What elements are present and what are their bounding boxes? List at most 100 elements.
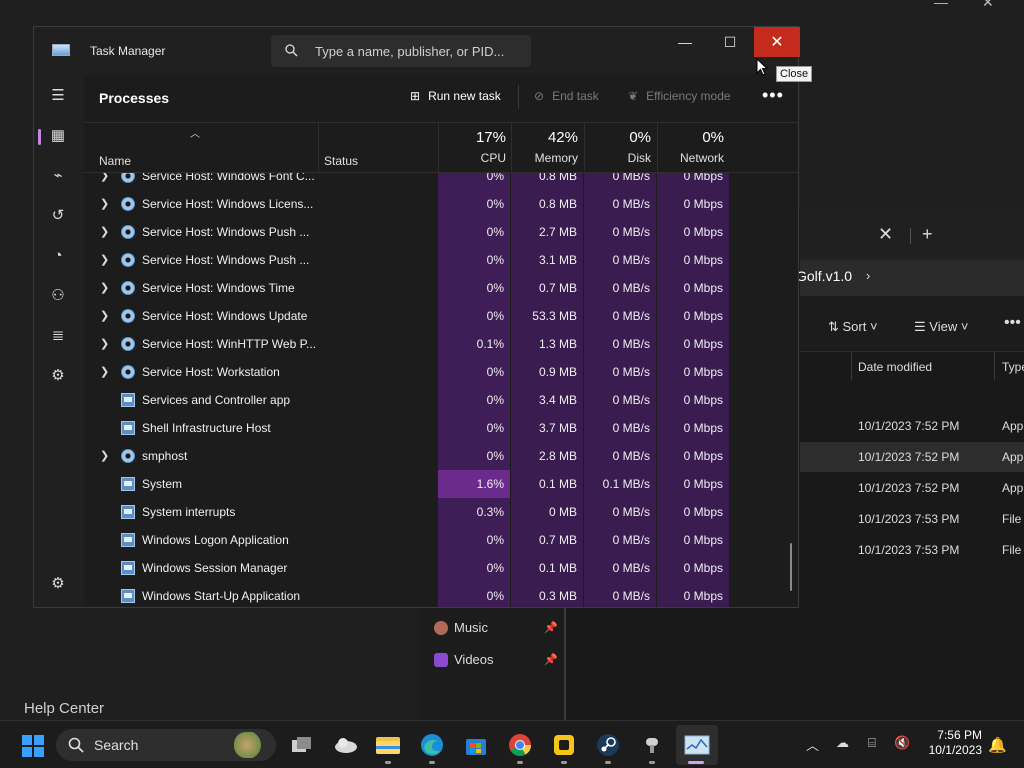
column-network[interactable]: 0% Network [654,129,724,165]
expand-chevron-icon[interactable]: ❯ [100,190,109,218]
process-row[interactable]: System 1.6% 0.1 MB 0.1 MB/s 0 Mbps [84,470,798,498]
weather-icon[interactable] [332,731,360,759]
tray-chevron-icon[interactable]: ︿ [806,735,819,754]
process-row[interactable]: ❯ Service Host: Windows Font C... 0% 0.8 MB… [84,173,798,190]
view-label: View [929,319,958,334]
volume-muted-icon[interactable]: 🔇 [894,735,910,751]
process-name: Service Host: Workstation [142,365,280,379]
start-button[interactable] [22,735,44,757]
process-row[interactable]: System interrupts 0.3% 0 MB 0 MB/s 0 Mbps [84,498,798,526]
users-icon[interactable]: ⚇ [48,285,68,305]
process-row[interactable]: ❯ smphost 0% 2.8 MB 0 MB/s 0 Mbps [84,442,798,470]
expand-chevron-icon[interactable]: ❯ [100,358,109,386]
column-separator[interactable] [318,123,319,173]
expand-chevron-icon[interactable]: ❯ [100,218,109,246]
file-row[interactable]: 10/1/2023 7:52 PM App [800,473,1024,503]
process-row[interactable]: Windows Session Manager 0% 0.1 MB 0 MB/s 0 M… [84,554,798,582]
nav-item-music[interactable]: Music [454,620,488,635]
clock[interactable]: 7:56 PM 10/1/2023 [926,728,982,758]
explorer-new-tab-icon[interactable]: + [922,224,933,245]
column-type[interactable]: Type [1002,360,1024,374]
steam-icon[interactable] [594,731,622,759]
help-center-label[interactable]: Help Center [24,700,104,717]
column-cpu[interactable]: 17% CPU [436,129,506,165]
notification-bell-icon[interactable]: 🔔 [988,736,1007,754]
file-row[interactable]: 10/1/2023 7:53 PM File [800,535,1024,565]
more-options-icon[interactable]: ••• [762,85,784,106]
column-separator[interactable] [994,352,995,380]
end-task-button[interactable]: ⊘ End task [534,89,599,103]
pin-icon[interactable]: 📌 [544,621,558,634]
process-row[interactable]: ❯ Service Host: Windows Update 0% 53.3 MB 0 … [84,302,798,330]
chrome-icon[interactable] [506,731,534,759]
expand-chevron-icon[interactable]: ❯ [100,246,109,274]
details-icon[interactable]: ≣ [48,325,68,345]
file-type: App [1002,481,1024,495]
settings-icon[interactable]: ⚙ [48,573,68,593]
process-row[interactable]: Services and Controller app 0% 3.4 MB 0 MB/… [84,386,798,414]
process-row[interactable]: ❯ Service Host: Workstation 0% 0.9 MB 0 MB/s… [84,358,798,386]
column-separator[interactable] [851,352,852,380]
file-row[interactable]: 10/1/2023 7:52 PM App [800,411,1024,441]
process-row[interactable]: Windows Start-Up Application 0% 0.3 MB 0 MB… [84,582,798,607]
expand-chevron-icon[interactable]: ❯ [100,442,109,470]
expand-chevron-icon[interactable]: ❯ [100,274,109,302]
column-date-modified[interactable]: Date modified [858,360,932,374]
explorer-tab-close-icon[interactable]: ✕ [878,224,893,245]
process-row[interactable]: Windows Logon Application 0% 0.7 MB 0 MB/s 0… [84,526,798,554]
run-new-task-button[interactable]: ⊞ Run new task [410,89,501,103]
store-icon[interactable] [462,731,490,759]
process-row[interactable]: ❯ Service Host: Windows Time 0% 0.7 MB 0 MB/… [84,274,798,302]
title-bar[interactable]: Task Manager — ☐ ✕ [34,27,800,73]
process-row[interactable]: ❯ Service Host: WinHTTP Web P... 0.1% 1.3 M… [84,330,798,358]
process-name-cell: ❯ Service Host: Workstation [84,358,318,386]
processes-icon[interactable]: ▦ [48,125,68,145]
minimize-button[interactable]: — [662,27,708,57]
app-yellow-icon[interactable] [550,731,578,759]
column-name[interactable]: Name [99,154,131,168]
breadcrumb-chevron-icon[interactable]: › [866,268,870,283]
file-explorer-icon[interactable] [374,731,402,759]
efficiency-mode-button[interactable]: ❦ Efficiency mode [628,89,731,103]
process-name-cell: System interrupts [84,498,318,526]
column-status[interactable]: Status [324,154,358,168]
maximize-button[interactable]: ☐ [707,27,753,57]
search-box[interactable] [271,35,531,67]
process-row[interactable]: ❯ Service Host: Windows Push ... 0% 2.7 MB 0… [84,218,798,246]
file-row[interactable]: 10/1/2023 7:53 PM File [800,504,1024,534]
sort-button[interactable]: ⇅ Sort ˅ [828,319,878,335]
task-view-icon[interactable] [288,731,316,759]
cpu-total: 17% [475,129,506,146]
vertical-scrollbar[interactable] [790,543,792,591]
app-history-icon[interactable]: ↺ [48,205,68,225]
taskbar-search[interactable]: Search [56,729,276,761]
column-memory[interactable]: 42% Memory [508,129,578,165]
view-button[interactable]: ☰ View ˅ [914,319,968,335]
hamburger-menu-icon[interactable]: ☰ [48,85,68,105]
column-disk[interactable]: 0% Disk [581,129,651,165]
clock-time: 7:56 PM [937,728,982,742]
startup-apps-icon[interactable]: ◔ [48,245,68,265]
process-row[interactable]: ❯ Service Host: Windows Push ... 0% 3.1 MB 0… [84,246,798,274]
process-name: System interrupts [142,505,236,519]
expand-chevron-icon[interactable]: ❯ [100,173,109,190]
nav-item-videos[interactable]: Videos [454,652,494,667]
search-icon [285,44,298,57]
performance-icon[interactable]: ⌁ [48,165,68,185]
onedrive-icon[interactable]: ☁ [836,735,849,751]
services-icon[interactable]: ⚙ [48,365,68,385]
network-icon[interactable]: ⌸ [868,735,876,751]
file-row[interactable]: 10/1/2023 7:52 PM App [800,442,1024,472]
explorer-breadcrumb[interactable]: Golf.v1.0 [796,268,852,284]
close-button[interactable]: ✕ [754,27,800,57]
pin-icon[interactable]: 📌 [544,653,558,666]
expand-chevron-icon[interactable]: ❯ [100,302,109,330]
app-gray-icon[interactable] [638,731,666,759]
edge-icon[interactable] [418,731,446,759]
task-manager-icon[interactable] [683,731,711,759]
process-row[interactable]: ❯ Service Host: Windows Licens... 0% 0.8 MB… [84,190,798,218]
expand-chevron-icon[interactable]: ❯ [100,330,109,358]
process-row[interactable]: Shell Infrastructure Host 0% 3.7 MB 0 MB/s 0… [84,414,798,442]
explorer-more-icon[interactable]: ••• [1004,314,1021,332]
search-input[interactable] [315,41,525,61]
